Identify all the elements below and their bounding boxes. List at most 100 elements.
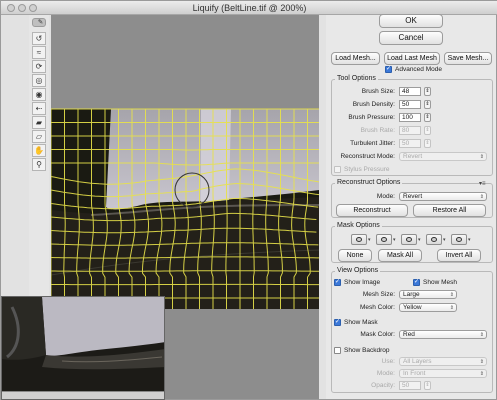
- mask-all-button[interactable]: Mask All: [378, 249, 422, 262]
- select-arrows-icon: ⇕: [479, 359, 484, 365]
- show-mask-checkbox[interactable]: ✓: [334, 319, 341, 326]
- select-arrows-icon: ⇕: [479, 194, 484, 200]
- mesh-size-label: Mesh Size:: [362, 291, 395, 298]
- zoom-tool-icon[interactable]: ⚲: [32, 158, 46, 171]
- panel-menu-icon[interactable]: ▾≡: [479, 180, 486, 187]
- brush-density-stepper[interactable]: ⇕: [424, 100, 431, 109]
- brush-pressure-label: Brush Pressure:: [348, 114, 395, 121]
- add-to-selection-button[interactable]: [376, 234, 392, 245]
- show-image-checkbox[interactable]: ✓: [334, 279, 341, 286]
- mesh-color-value: Yellow: [403, 304, 422, 311]
- twirl-tool-icon[interactable]: ⟳: [32, 60, 46, 73]
- select-arrows-icon: ⇕: [449, 305, 454, 311]
- freeze-mask-tool-icon[interactable]: ▰: [32, 116, 46, 129]
- select-arrows-icon: ⇕: [479, 371, 484, 377]
- reconstruct-mode-label: Reconstruct Mode:: [340, 153, 395, 160]
- select-arrows-icon: ⇕: [449, 292, 454, 298]
- subtract-from-selection-button[interactable]: [401, 234, 417, 245]
- window-title: Liquify (BeltLine.tif @ 200%): [192, 3, 307, 13]
- invert-selection-button[interactable]: [451, 234, 467, 245]
- brush-size-stepper[interactable]: ⇕: [424, 87, 431, 96]
- reconstruct-mode-select[interactable]: Revert ⇕: [399, 152, 487, 161]
- brush-size-input[interactable]: 48: [399, 87, 421, 96]
- reconstruct-button[interactable]: Reconstruct: [336, 204, 408, 217]
- select-arrows-icon: ⇕: [479, 154, 484, 160]
- brush-pressure-stepper[interactable]: ⇕: [424, 113, 431, 122]
- dropdown-arrow-icon: ▾: [418, 237, 421, 243]
- turbulent-jitter-stepper[interactable]: ⇕: [424, 139, 431, 148]
- stylus-pressure-label: Stylus Pressure: [344, 166, 390, 173]
- brush-density-label: Brush Density:: [352, 101, 395, 108]
- pucker-tool-icon[interactable]: ◎: [32, 74, 46, 87]
- save-mesh-button[interactable]: Save Mesh...: [444, 52, 492, 65]
- ok-button[interactable]: OK: [379, 14, 443, 28]
- reconstruct-mode-label-2: Mode:: [376, 193, 395, 200]
- view-options-title: View Options: [335, 267, 381, 274]
- dropdown-arrow-icon: ▾: [368, 237, 371, 243]
- turbulent-jitter-label: Turbulent Jitter:: [350, 140, 395, 147]
- show-mesh-label: Show Mesh: [423, 279, 457, 286]
- load-last-mesh-button[interactable]: Load Last Mesh: [384, 52, 440, 65]
- mesh-size-select[interactable]: Large ⇕: [399, 290, 457, 299]
- restore-all-button[interactable]: Restore All: [413, 204, 486, 217]
- backdrop-opacity-label: Opacity:: [371, 382, 395, 389]
- liquify-dialog: Liquify (BeltLine.tif @ 200%) ✎ ↺ ≈ ⟳ ◎ ◉ ⇠ ▰ ▱ ✋…: [0, 0, 497, 400]
- backdrop-mode-label: Mode:: [376, 370, 395, 377]
- forward-warp-tool-icon[interactable]: ✎: [32, 18, 46, 27]
- mesh-size-value: Large: [403, 291, 420, 298]
- mesh-line-horizontal: [51, 270, 319, 272]
- push-left-tool-icon[interactable]: ⇠: [32, 102, 46, 115]
- mask-options-title: Mask Options: [335, 222, 382, 229]
- show-image-label: Show Image: [344, 279, 381, 286]
- backdrop-use-select: All Layers ⇕: [399, 357, 487, 366]
- invert-all-button[interactable]: Invert All: [437, 249, 481, 262]
- backdrop-opacity-input: 50: [399, 381, 421, 390]
- inset-preview-image: [1, 296, 165, 400]
- advanced-mode-label: Advanced Mode: [395, 66, 442, 73]
- backdrop-mode-value: In Front: [403, 370, 426, 377]
- backdrop-use-value: All Layers: [403, 358, 432, 365]
- dropdown-arrow-icon: ▾: [468, 237, 471, 243]
- thaw-mask-tool-icon[interactable]: ▱: [32, 130, 46, 143]
- brush-size-label: Brush Size:: [361, 88, 395, 95]
- mask-none-button[interactable]: None: [338, 249, 372, 262]
- backdrop-mode-select: In Front ⇕: [399, 369, 487, 378]
- intersect-selection-button[interactable]: [426, 234, 442, 245]
- mask-color-select[interactable]: Red ⇕: [399, 330, 487, 339]
- turbulent-jitter-input[interactable]: 50: [399, 139, 421, 148]
- reconstruct-mode-value: Revert: [403, 153, 423, 160]
- reconstruct-options-title: Reconstruct Options: [335, 179, 403, 186]
- brush-rate-label: Brush Rate:: [360, 127, 395, 134]
- brush-density-input[interactable]: 50: [399, 100, 421, 109]
- brush-rate-input: 80: [399, 126, 421, 135]
- advanced-mode-checkbox[interactable]: ✓: [385, 66, 392, 73]
- show-mask-label: Show Mask: [344, 319, 378, 326]
- show-mesh-checkbox[interactable]: ✓: [413, 279, 420, 286]
- mesh-color-label: Mesh Color:: [359, 304, 395, 311]
- mask-color-value: Red: [403, 331, 415, 338]
- reconstruct-mode-select-2[interactable]: Revert ⇕: [399, 192, 487, 201]
- backdrop-opacity-stepper: ⇕: [424, 381, 431, 390]
- load-mesh-button[interactable]: Load Mesh...: [331, 52, 380, 65]
- cancel-button[interactable]: Cancel: [379, 31, 443, 45]
- reconstruct-mode-value-2: Revert: [403, 193, 423, 200]
- liquify-toolbar: ✎ ↺ ≈ ⟳ ◎ ◉ ⇠ ▰ ▱ ✋ ⚲: [29, 15, 49, 315]
- bloat-tool-icon[interactable]: ◉: [32, 88, 46, 101]
- hand-tool-icon[interactable]: ✋: [32, 144, 46, 157]
- smooth-tool-icon[interactable]: ≈: [32, 46, 46, 59]
- replace-selection-button[interactable]: [351, 234, 367, 245]
- preview-status-bar: [2, 391, 164, 399]
- show-backdrop-label: Show Backdrop: [344, 347, 390, 354]
- reconstruct-tool-icon[interactable]: ↺: [32, 32, 46, 45]
- mask-color-label: Mask Color:: [360, 331, 395, 338]
- backdrop-use-label: Use:: [381, 358, 395, 365]
- dropdown-arrow-icon: ▾: [443, 237, 446, 243]
- show-backdrop-checkbox[interactable]: [334, 347, 341, 354]
- dropdown-arrow-icon: ▾: [393, 237, 396, 243]
- mesh-color-select[interactable]: Yellow ⇕: [399, 303, 457, 312]
- stylus-pressure-checkbox[interactable]: [334, 166, 341, 173]
- brush-pressure-input[interactable]: 100: [399, 113, 421, 122]
- select-arrows-icon: ⇕: [479, 332, 484, 338]
- brush-rate-stepper: ⇕: [424, 126, 431, 135]
- title-bar: Liquify (BeltLine.tif @ 200%): [1, 1, 497, 15]
